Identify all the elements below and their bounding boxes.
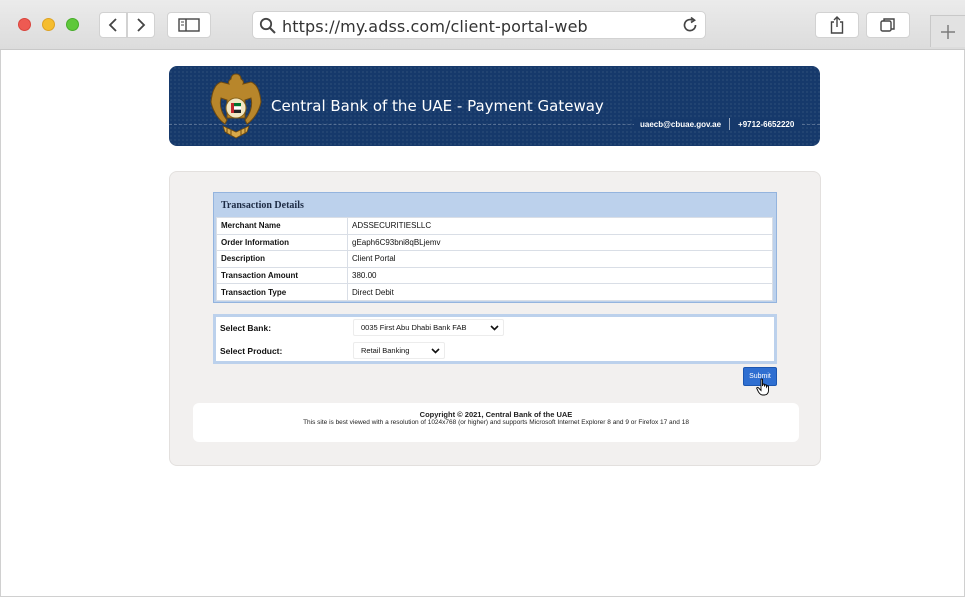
table-row: Order Information gEaph6C93bni8qBLjemv bbox=[216, 233, 773, 252]
tabs-icon bbox=[880, 18, 895, 32]
sidebar-icon bbox=[178, 18, 200, 32]
row-value: gEaph6C93bni8qBLjemv bbox=[347, 233, 773, 252]
page-footer: Copyright © 2021, Central Bank of the UA… bbox=[193, 403, 799, 442]
row-value: ADSSECURITIESLLC bbox=[347, 217, 773, 235]
row-label: Description bbox=[216, 250, 348, 268]
chevron-down-icon bbox=[490, 325, 499, 331]
row-label: Order Information bbox=[216, 233, 348, 252]
url-text: https://my.adss.com/client-portal-web bbox=[282, 17, 588, 36]
show-tabs-button[interactable] bbox=[866, 12, 910, 38]
chevron-left-icon bbox=[108, 18, 117, 32]
share-button[interactable] bbox=[815, 12, 859, 38]
back-button[interactable] bbox=[99, 12, 127, 38]
address-bar[interactable]: https://my.adss.com/client-portal-web bbox=[252, 11, 706, 39]
footer-copyright: Copyright © 2021, Central Bank of the UA… bbox=[419, 410, 573, 419]
close-window-button[interactable] bbox=[18, 18, 31, 31]
footer-note: This site is best viewed with a resoluti… bbox=[303, 419, 689, 426]
row-label: Transaction Type bbox=[216, 283, 348, 301]
product-select[interactable]: Retail Banking bbox=[353, 342, 445, 359]
row-label: Merchant Name bbox=[216, 217, 348, 235]
maximize-window-button[interactable] bbox=[66, 18, 79, 31]
bank-select[interactable]: 0035 First Abu Dhabi Bank FAB bbox=[353, 319, 504, 336]
select-bank-label: Select Bank: bbox=[220, 323, 272, 333]
plus-icon bbox=[941, 24, 955, 39]
hand-cursor-icon bbox=[756, 378, 769, 396]
banner-title: Central Bank of the UAE - Payment Gatewa… bbox=[271, 97, 604, 115]
product-select-value: Retail Banking bbox=[361, 346, 410, 355]
select-product-label: Select Product: bbox=[220, 346, 283, 356]
table-row: Merchant Name ADSSECURITIESLLC bbox=[216, 217, 773, 235]
bank-select-value: 0035 First Abu Dhabi Bank FAB bbox=[361, 323, 467, 332]
row-value: 380.00 bbox=[347, 266, 773, 285]
row-label: Transaction Amount bbox=[216, 266, 348, 285]
reload-icon[interactable] bbox=[681, 16, 699, 34]
transaction-details-table: Merchant Name ADSSECURITIESLLC Order Inf… bbox=[216, 217, 773, 301]
contact-separator bbox=[729, 118, 731, 130]
transaction-details-header: Transaction Details bbox=[221, 200, 304, 211]
new-tab-button[interactable] bbox=[930, 15, 965, 47]
uae-emblem-logo bbox=[210, 73, 262, 139]
chevron-down-icon bbox=[431, 348, 440, 354]
contact-email[interactable]: uaecb@cbuae.gov.ae bbox=[640, 120, 721, 129]
contact-phone[interactable]: +9712-6652220 bbox=[738, 120, 794, 129]
minimize-window-button[interactable] bbox=[42, 18, 55, 31]
row-value: Direct Debit bbox=[347, 283, 773, 301]
share-icon bbox=[830, 16, 844, 34]
forward-button[interactable] bbox=[127, 12, 155, 38]
search-icon bbox=[259, 17, 276, 34]
table-row: Transaction Amount 380.00 bbox=[216, 266, 773, 285]
row-value: Client Portal bbox=[347, 250, 773, 268]
chevron-right-icon bbox=[137, 18, 146, 32]
table-row: Transaction Type Direct Debit bbox=[216, 283, 773, 301]
sidebar-toggle-button[interactable] bbox=[167, 12, 211, 38]
browser-toolbar: https://my.adss.com/client-portal-web bbox=[0, 0, 965, 50]
banner-contact: uaecb@cbuae.gov.ae +9712-6652220 bbox=[634, 117, 801, 131]
table-row: Description Client Portal bbox=[216, 250, 773, 268]
